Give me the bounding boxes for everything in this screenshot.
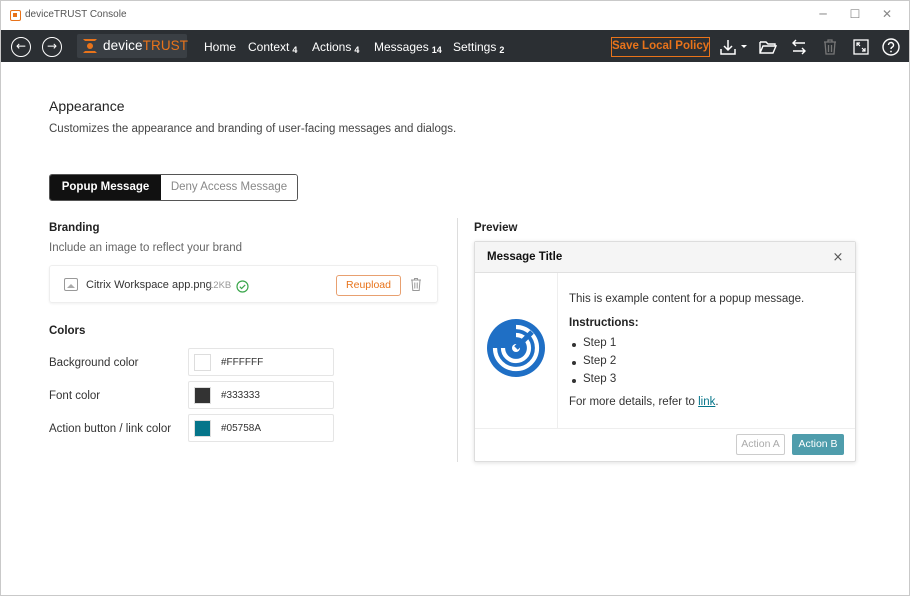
menu-home[interactable]: Home <box>204 40 236 54</box>
tab-deny-access-message[interactable]: Deny Access Message <box>161 175 297 200</box>
menu-actions[interactable]: Actions 4 <box>312 40 359 55</box>
font-color-swatch[interactable] <box>194 387 211 404</box>
page-title: Appearance <box>49 98 125 114</box>
forward-icon[interactable]: → <box>42 37 62 57</box>
check-circle-icon <box>236 278 249 293</box>
background-color-value: #FFFFFF <box>221 357 264 368</box>
citrix-logo-icon <box>485 317 547 379</box>
close-window-button[interactable]: ✕ <box>877 7 897 21</box>
menu-settings[interactable]: Settings 2 <box>453 40 504 55</box>
action-a-button[interactable]: Action A <box>736 434 785 455</box>
background-color-label: Background color <box>49 357 139 369</box>
save-local-policy-button[interactable]: Save Local Policy <box>611 37 710 57</box>
branding-subtitle: Include an image to reflect your brand <box>49 242 243 254</box>
app-logo-icon <box>10 10 21 21</box>
reupload-button[interactable]: Reupload <box>336 275 401 296</box>
title-bar: deviceTRUST Console ─ ☐ ✕ <box>1 1 909 30</box>
preview-dialog: Message Title × This is example content … <box>474 241 856 462</box>
font-color-value: #333333 <box>221 390 260 401</box>
folder-open-icon[interactable] <box>758 37 778 57</box>
details-link[interactable]: link <box>698 396 715 408</box>
message-type-tabs: Popup Message Deny Access Message <box>49 174 298 201</box>
back-icon[interactable]: ← <box>11 37 31 57</box>
menu-context[interactable]: Context 4 <box>248 40 297 55</box>
dialog-body-divider <box>557 273 558 428</box>
action-color-value: #05758A <box>221 423 262 434</box>
dialog-title: Message Title <box>487 251 563 263</box>
page-description: Customizes the appearance and branding o… <box>49 123 457 135</box>
step-item: Step 1 <box>583 337 617 349</box>
maximize-button[interactable]: ☐ <box>845 7 865 21</box>
swap-icon[interactable] <box>789 37 809 57</box>
instructions-label: Instructions: <box>569 317 639 329</box>
step-item: Step 3 <box>583 373 617 385</box>
brand-mark-icon <box>83 39 97 53</box>
brand-logo: deviceTRUST <box>77 34 189 58</box>
download-icon[interactable] <box>717 37 751 57</box>
font-color-field[interactable]: #333333 <box>188 381 334 409</box>
expand-icon[interactable] <box>851 37 871 57</box>
bullet <box>572 379 576 383</box>
action-b-button[interactable]: Action B <box>792 434 844 455</box>
action-color-label: Action button / link color <box>49 423 172 435</box>
file-name: Citrix Workspace app.png <box>86 279 212 291</box>
step-item: Step 2 <box>583 355 617 367</box>
trash-icon[interactable] <box>820 37 840 57</box>
delete-file-icon[interactable] <box>410 277 422 292</box>
dialog-footer-divider <box>475 428 855 429</box>
brand-name: deviceTRUST <box>103 38 189 53</box>
bullet <box>572 343 576 347</box>
section-divider <box>457 218 458 462</box>
colors-heading: Colors <box>49 325 86 337</box>
bullet <box>572 361 576 365</box>
close-icon[interactable]: × <box>831 250 845 265</box>
action-color-field[interactable]: #05758A <box>188 414 334 442</box>
background-color-field[interactable]: #FFFFFF <box>188 348 334 376</box>
image-file-icon <box>64 278 78 291</box>
font-color-label: Font color <box>49 390 101 402</box>
file-size: 12KB <box>208 280 232 291</box>
uploaded-file-card: Citrix Workspace app.png 12KB Reupload <box>49 265 438 303</box>
tab-popup-message[interactable]: Popup Message <box>50 175 161 200</box>
details-text: For more details, refer to link. <box>569 396 719 408</box>
window-title: deviceTRUST Console <box>25 9 127 20</box>
app-window: deviceTRUST Console ─ ☐ ✕ ← → deviceTRUS… <box>0 0 910 596</box>
action-color-swatch[interactable] <box>194 420 211 437</box>
dialog-header: Message Title × <box>475 242 855 273</box>
background-color-swatch[interactable] <box>194 354 211 371</box>
dialog-content: This is example content for a popup mess… <box>569 293 805 305</box>
help-circle-icon[interactable] <box>881 37 901 57</box>
branding-heading: Branding <box>49 222 100 234</box>
minimize-button[interactable]: ─ <box>813 7 833 21</box>
menu-messages[interactable]: Messages 14 <box>374 40 442 55</box>
preview-heading: Preview <box>474 222 518 234</box>
